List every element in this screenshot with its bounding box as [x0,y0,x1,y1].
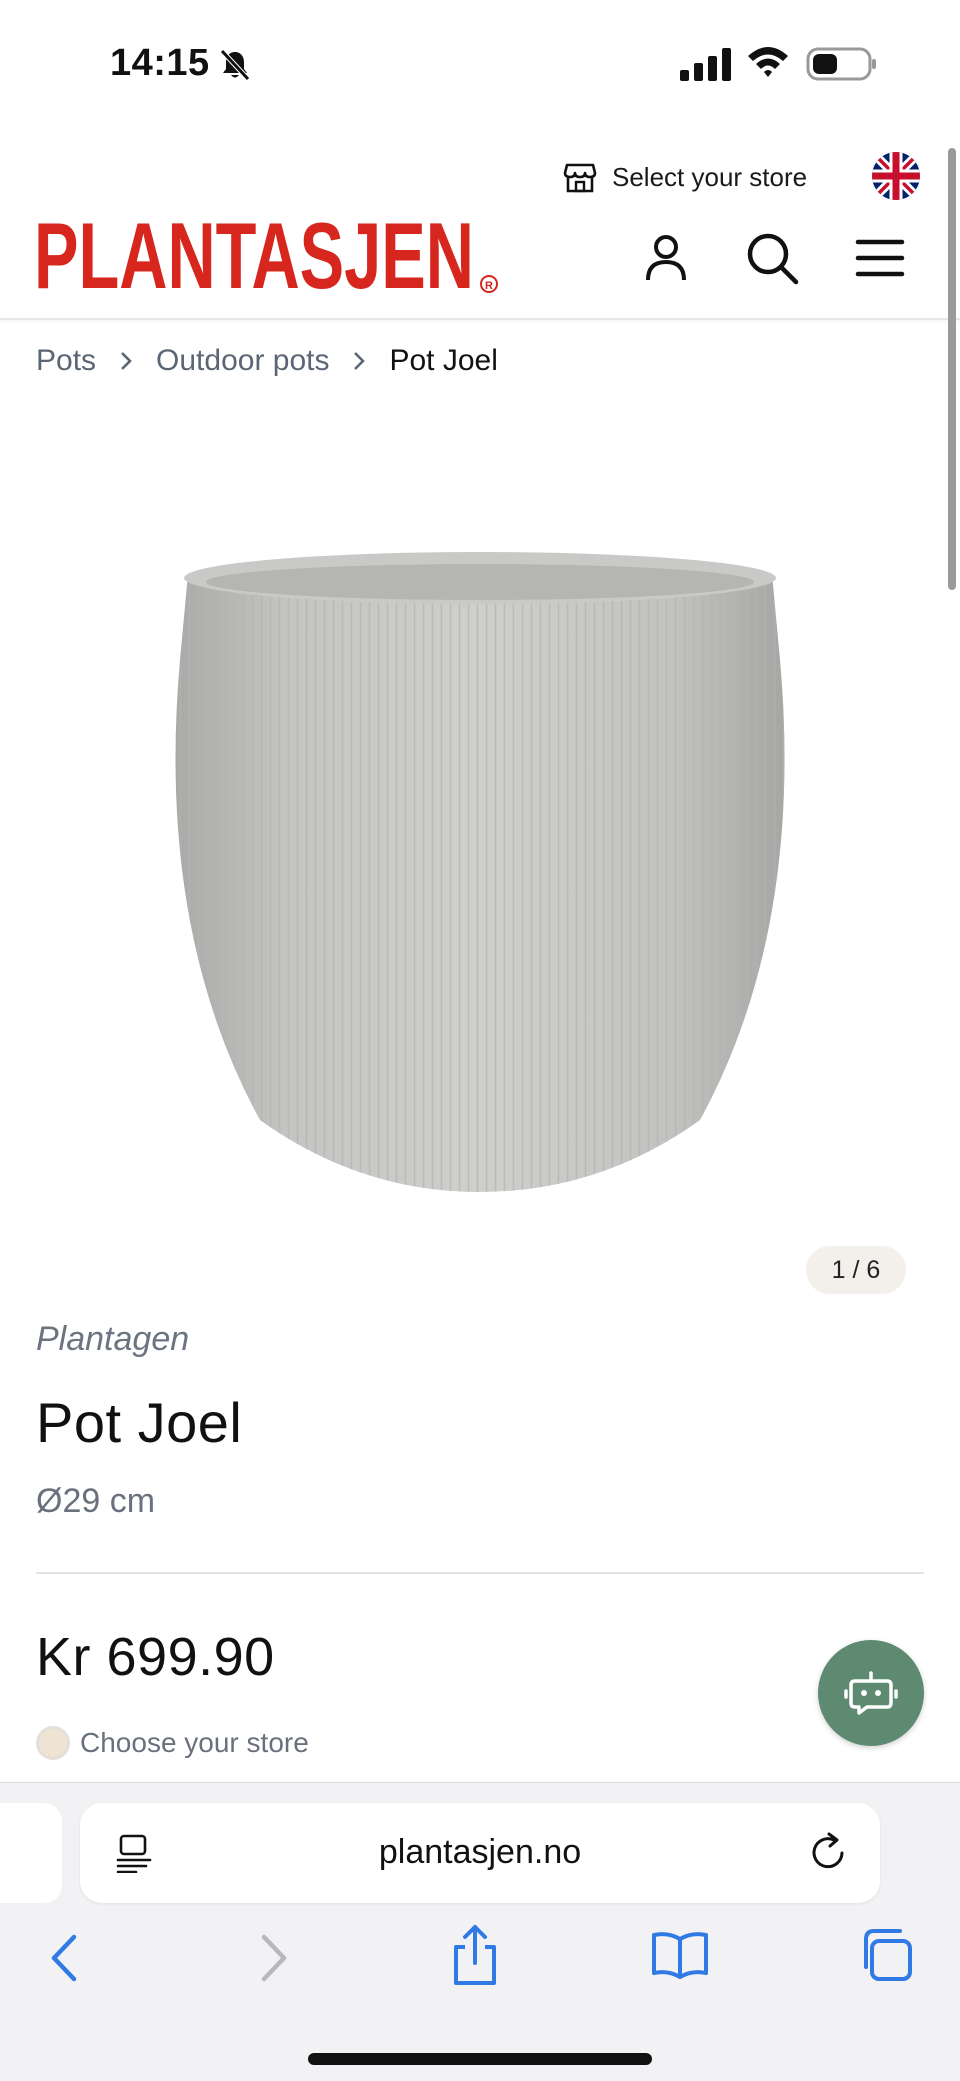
product-brand[interactable]: Plantagen [36,1320,189,1359]
previous-tab-peek[interactable] [0,1803,62,1903]
page-scrollbar[interactable] [948,148,956,590]
divider [36,1572,924,1574]
chevron-right-icon [96,350,156,372]
breadcrumb-current: Pot Joel [389,344,498,377]
breadcrumb-outdoor-pots[interactable]: Outdoor pots [156,344,329,378]
site-header: Select your store PLANTASJEN R [0,120,960,320]
wifi-icon [748,47,788,77]
back-icon[interactable] [44,1931,84,1985]
store-icon [563,163,597,193]
bookmarks-icon[interactable] [650,1929,710,1981]
cellular-signal-icon [680,48,731,81]
battery-icon [806,47,876,81]
svg-text:R: R [485,280,493,292]
bell-muted-icon [220,49,250,81]
store-status-dot [36,1726,70,1760]
gallery-counter: 1 / 6 [806,1246,906,1294]
breadcrumb: Pots Outdoor pots Pot Joel [36,344,498,378]
choose-store-link[interactable]: Choose your store [36,1726,309,1760]
account-icon[interactable] [640,232,692,284]
choose-store-label: Choose your store [80,1727,309,1758]
address-bar[interactable]: plantasjen.no [80,1803,880,1903]
status-time: 14:15 [110,42,210,84]
chatbot-icon [844,1671,898,1715]
uk-flag-icon[interactable] [872,152,920,200]
product-title: Pot Joel [36,1391,243,1454]
product-image-pot[interactable] [140,540,820,1200]
logo-text: PLANTASJEN [34,210,474,300]
select-store-label: Select your store [612,161,808,192]
chatbot-button[interactable] [818,1640,924,1746]
search-icon[interactable] [744,230,800,286]
menu-icon[interactable] [854,234,906,282]
reload-icon[interactable] [808,1831,850,1873]
tabs-icon[interactable] [858,1927,914,1983]
product-price: Kr 699.90 [36,1627,275,1687]
chevron-right-icon [329,350,389,372]
home-indicator [308,2053,652,2065]
breadcrumb-pots[interactable]: Pots [36,344,96,378]
select-store-button[interactable]: Select your store [562,156,807,198]
browser-toolbar: plantasjen.no [0,1782,960,2081]
status-bar: 14:15 [0,0,960,120]
plantasjen-logo[interactable]: PLANTASJEN R [34,210,500,300]
share-icon[interactable] [448,1923,502,1987]
url-text: plantasjen.no [378,1833,582,1871]
forward-icon[interactable] [254,1931,294,1985]
product-size: Ø29 cm [36,1482,156,1520]
